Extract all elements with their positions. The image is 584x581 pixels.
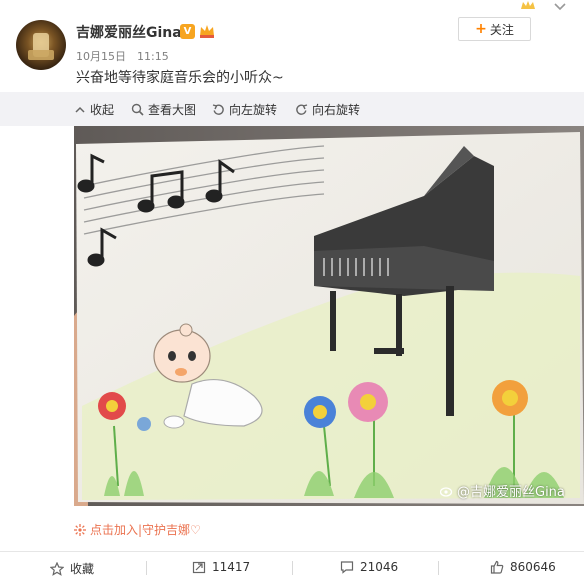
vip-crown-icon[interactable] <box>198 23 216 39</box>
post-meta: 10月15日 11:15 <box>76 48 169 64</box>
view-large-button[interactable]: 查看大图 <box>131 101 196 118</box>
avatar[interactable] <box>16 20 66 70</box>
collapse-label: 收起 <box>90 103 115 117</box>
watermark-text: @吉娜爱丽丝Gina <box>457 485 565 500</box>
post-time[interactable]: 11:15 <box>137 50 169 63</box>
weibo-post-card: 吉娜爱丽丝Gina V + 关注 10月15日 11:15 兴奋地等待家庭音乐会… <box>0 0 584 581</box>
repost-button[interactable]: 11417 <box>192 560 250 574</box>
rotate-right-icon <box>296 104 308 115</box>
view-large-label: 查看大图 <box>148 103 197 117</box>
sparkle-icon <box>74 523 86 536</box>
favorite-button[interactable]: 收藏 <box>50 560 94 577</box>
rotate-left-label: 向左旋转 <box>229 103 278 117</box>
star-icon <box>50 561 64 576</box>
rotate-right-label: 向右旋转 <box>312 103 361 117</box>
post-date[interactable]: 10月15日 <box>76 50 126 63</box>
post-text: 兴奋地等待家庭音乐会的小听众~ <box>76 70 284 86</box>
follow-label: 关注 <box>489 22 514 37</box>
thumbs-up-icon <box>490 560 504 574</box>
username[interactable]: 吉娜爱丽丝Gina <box>76 22 182 42</box>
follow-button[interactable]: + 关注 <box>458 17 531 41</box>
repost-count: 11417 <box>212 560 251 574</box>
post-image[interactable] <box>74 126 584 506</box>
image-watermark: @吉娜爱丽丝Gina <box>440 481 565 500</box>
image-toolbar: 收起 查看大图 向左旋转 向右旋转 <box>0 92 584 126</box>
crown-icon <box>521 1 535 9</box>
rotate-left-icon <box>212 104 224 115</box>
like-button[interactable]: 860646 <box>490 560 556 574</box>
fans-club-link[interactable]: 点击加入|守护吉娜♡ <box>74 521 201 538</box>
rotate-right-button[interactable]: 向右旋转 <box>295 101 360 118</box>
comment-icon <box>340 561 354 574</box>
collapse-button[interactable]: 收起 <box>74 101 114 118</box>
zoom-icon <box>131 103 144 116</box>
weibo-logo-icon <box>440 486 453 497</box>
chevron-down-icon[interactable] <box>552 2 568 12</box>
repost-icon <box>192 561 206 574</box>
fans-club-label: 点击加入|守护吉娜♡ <box>90 523 201 537</box>
plus-icon: + <box>475 21 487 37</box>
favorite-label: 收藏 <box>70 562 95 576</box>
comment-count: 21046 <box>360 560 399 574</box>
drawing-illustration <box>74 126 584 506</box>
rotate-left-button[interactable]: 向左旋转 <box>212 101 277 118</box>
verified-v-icon[interactable]: V <box>180 24 195 39</box>
comment-button[interactable]: 21046 <box>340 560 398 574</box>
action-bar: 收藏 11417 21046 860646 <box>0 551 584 581</box>
collapse-icon <box>75 106 85 113</box>
like-count: 860646 <box>510 560 556 574</box>
